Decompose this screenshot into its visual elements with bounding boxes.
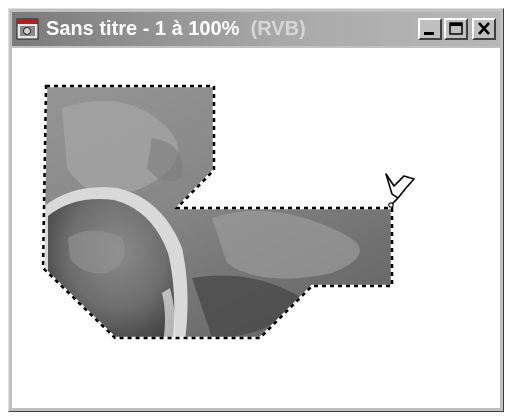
- minimize-button[interactable]: [418, 18, 442, 40]
- close-icon: [478, 22, 490, 35]
- polygonal-lasso-cursor-icon: [385, 173, 415, 208]
- photoshop-document-icon[interactable]: [16, 17, 40, 41]
- title-main: Sans titre - 1 à 100%: [46, 18, 240, 40]
- image-layer[interactable]: [12, 48, 502, 410]
- document-window: Sans titre - 1 à 100% (RVB): [8, 8, 504, 412]
- window-title: Sans titre - 1 à 100% (RVB): [46, 15, 306, 43]
- minimize-icon: [424, 32, 434, 35]
- maximize-icon: [449, 22, 463, 35]
- selected-image-content: [43, 86, 392, 338]
- maximize-button[interactable]: [444, 18, 468, 40]
- document-canvas[interactable]: [12, 48, 500, 408]
- close-button[interactable]: [472, 18, 496, 40]
- title-color-mode: (RVB): [250, 18, 306, 40]
- title-bar[interactable]: Sans titre - 1 à 100% (RVB): [12, 12, 500, 46]
